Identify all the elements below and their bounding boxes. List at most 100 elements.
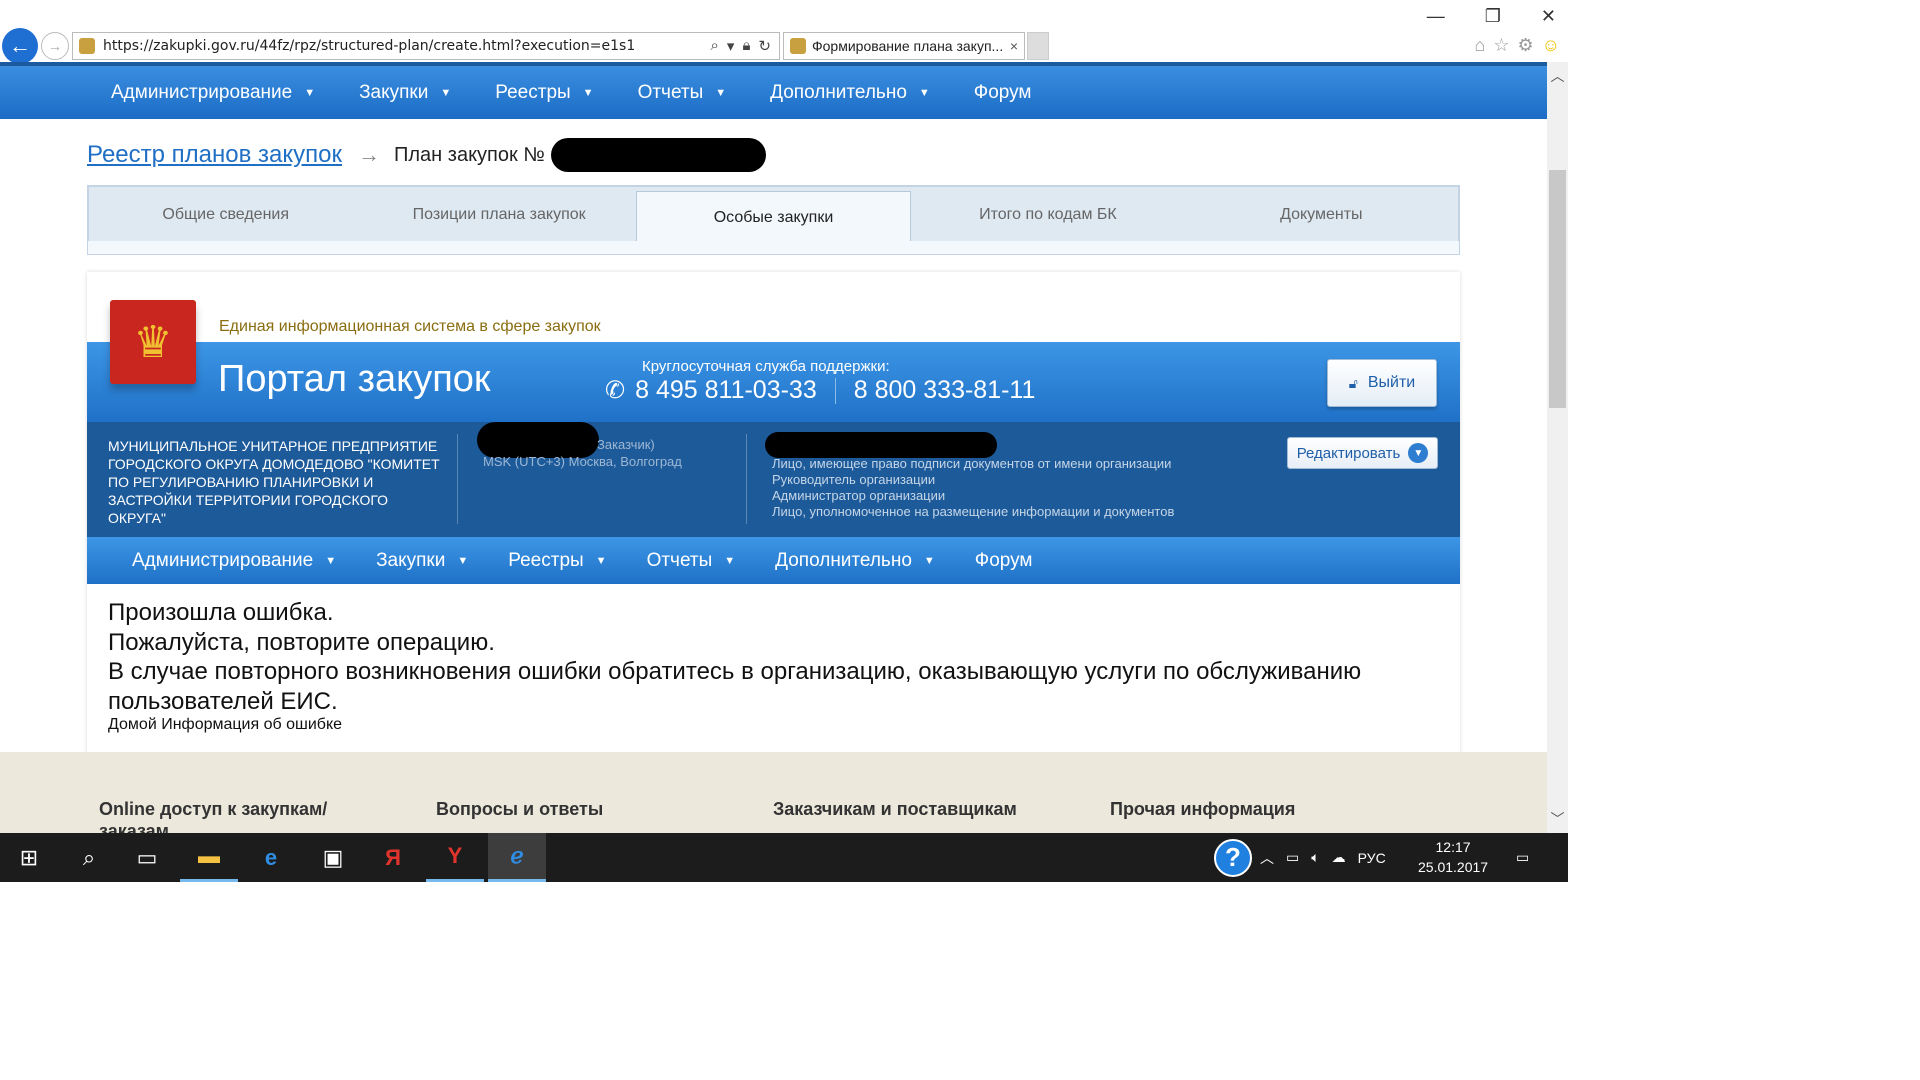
minimize-button[interactable]: — [1427, 6, 1445, 27]
organization-timezone: MSK (UTC+3) Москва, Волгоград [483, 454, 682, 469]
browser-tab[interactable]: Формирование плана закуп... × [783, 32, 1025, 60]
topnav-item-admin[interactable]: Администрирование ▼ [111, 82, 315, 104]
caret-down-icon: ▼ [923, 554, 935, 567]
clock-time: 12:17 [1435, 839, 1471, 855]
portalnav-item-purchases[interactable]: Закупки ▼ [376, 550, 468, 572]
footer-column-title[interactable]: Заказчикам и поставщикам [773, 798, 1023, 820]
topnav-item-purchases[interactable]: Закупки ▼ [359, 82, 451, 104]
organization-bar: МУНИЦИПАЛЬНОЕ УНИТАРНОЕ ПРЕДПРИЯТИЕ ГОРО… [87, 422, 1460, 537]
restore-button[interactable]: ❐ [1485, 6, 1501, 27]
phone-number-moscow: 8 495 811-03-33 [635, 376, 817, 404]
error-line: В случае повторного возникновения ошибки… [108, 658, 1362, 715]
network-icon[interactable]: ☁ [1332, 849, 1346, 866]
error-line: Произошла ошибка. [108, 599, 334, 626]
topnav-item-forum[interactable]: Форум [974, 82, 1032, 104]
footer-column-title[interactable]: Вопросы и ответы [436, 798, 686, 820]
notifications-icon[interactable]: ▭ [1516, 833, 1529, 882]
edit-button[interactable]: Редактировать ▼ [1287, 437, 1438, 469]
battery-icon[interactable]: ▭ [1286, 849, 1299, 866]
breadcrumb: Реестр планов закупок → План закупок № [87, 138, 766, 172]
vertical-scrollbar[interactable]: ︿ ﹀ [1547, 62, 1568, 833]
error-line: Пожалуйста, повторите операцию. [108, 628, 495, 656]
portal-title[interactable]: Портал закупок [218, 358, 491, 401]
start-windows-icon[interactable]: ⊞ [0, 833, 58, 882]
tab-close-button[interactable]: × [1010, 38, 1018, 54]
clock-date: 25.01.2017 [1418, 859, 1489, 875]
portalnav-item-admin[interactable]: Администрирование ▼ [132, 550, 336, 572]
toolbar-icons: ⌂ ☆ ⚙ ☺ [1474, 35, 1560, 56]
language-indicator[interactable]: РУС [1358, 850, 1386, 866]
volume-icon[interactable]: 🔈︎ [1311, 849, 1319, 866]
error-links[interactable]: Домой Информация об ошибке [108, 716, 342, 734]
phone-icon: ✆ [605, 377, 626, 404]
tray-expand-icon[interactable]: ︿ [1260, 848, 1274, 868]
user-role: Администратор организации [772, 488, 946, 503]
support-label: Круглосуточная служба поддержки: [642, 358, 890, 375]
favorites-star-icon[interactable]: ☆ [1493, 35, 1509, 56]
caret-down-icon: ▼ [595, 554, 607, 567]
redaction-mark [550, 138, 766, 172]
task-view-icon[interactable]: ▭ [118, 833, 176, 882]
system-tray: ︿ ▭ 🔈︎ ☁ РУС [1260, 833, 1386, 882]
scroll-up-icon[interactable]: ︿ [1547, 66, 1568, 86]
tab-plan-positions[interactable]: Позиции плана закупок [362, 187, 635, 243]
breadcrumb-link-plans-registry[interactable]: Реестр планов закупок [87, 141, 342, 169]
url-text[interactable]: https://zakupki.gov.ru/44fz/rpz/structur… [103, 38, 711, 54]
tab-favicon-icon [790, 38, 806, 54]
portalnav-item-forum[interactable]: Форум [975, 550, 1033, 572]
clock[interactable]: 12:17 25.01.2017 [1418, 837, 1488, 877]
site-favicon-icon [79, 38, 95, 54]
dropdown-icon[interactable]: ▾ [727, 37, 735, 55]
file-explorer-icon[interactable]: ▬ [180, 833, 238, 882]
internet-explorer-icon[interactable]: ℯ [488, 833, 546, 882]
caret-down-icon: ▼ [918, 86, 930, 99]
settings-gear-icon[interactable]: ⚙ [1517, 35, 1533, 56]
yandex-icon[interactable]: Я [364, 833, 422, 882]
scroll-down-icon[interactable]: ﹀ [1547, 809, 1568, 829]
page-footer: Online доступ к закупкам/заказам Вопросы… [0, 752, 1547, 833]
portalnav-item-additional[interactable]: Дополнительно ▼ [775, 550, 935, 572]
lock-icon[interactable]: 🔒︎ [742, 37, 750, 55]
footer-column-title[interactable]: Прочая информация [1110, 798, 1360, 820]
address-bar[interactable]: https://zakupki.gov.ru/44fz/rpz/structur… [72, 32, 780, 60]
scroll-thumb[interactable] [1549, 170, 1566, 408]
caret-down-icon: ▼ [582, 86, 594, 99]
close-window-button[interactable]: ✕ [1541, 6, 1556, 27]
topnav-item-additional[interactable]: Дополнительно ▼ [770, 82, 930, 104]
forward-button[interactable]: → [41, 32, 69, 60]
support-phones: ✆ 8 495 811-03-33 8 800 333-81-11 [605, 376, 1035, 405]
footer-column-title[interactable]: Online доступ к закупкам/заказам [99, 798, 349, 833]
topnav-item-registries[interactable]: Реестры ▼ [495, 82, 593, 104]
caret-down-icon: ▼ [724, 554, 736, 567]
store-icon[interactable]: ▣ [304, 833, 362, 882]
search-icon[interactable]: ⌕ [60, 833, 118, 882]
tab-general-info[interactable]: Общие сведения [89, 187, 362, 243]
feedback-smiley-icon[interactable]: ☺ [1542, 35, 1560, 56]
yandex-browser-icon[interactable]: Y [426, 833, 484, 882]
tab-totals-by-bk-codes[interactable]: Итого по кодам БК [911, 187, 1184, 243]
portal-nav: Администрирование ▼ Закупки ▼ Реестры ▼ Отч… [87, 537, 1460, 584]
tab-documents[interactable]: Документы [1185, 187, 1458, 243]
edge-browser-icon[interactable]: e [242, 833, 300, 882]
back-arrow-icon: ← [9, 33, 31, 58]
help-icon[interactable]: ? [1214, 833, 1252, 882]
caret-down-icon: ▼ [715, 86, 727, 99]
user-role: Лицо, уполномоченное на размещение инфор… [772, 504, 1175, 519]
top-nav: Администрирование ▼ Закупки ▼ Реестры ▼ Отч… [0, 62, 1547, 119]
refresh-icon[interactable]: ↻ [758, 37, 771, 55]
search-icon[interactable]: ⌕ [711, 37, 719, 55]
back-button[interactable]: ← [2, 28, 38, 64]
logout-button[interactable]: 🔓︎ Выйти [1327, 359, 1437, 407]
redaction-mark [765, 432, 997, 458]
user-roles-list: Лицо, имеющее право подписи документов о… [772, 456, 1174, 520]
home-icon[interactable]: ⌂ [1474, 35, 1485, 56]
tab-special-purchases[interactable]: Особые закупки [635, 191, 912, 243]
tab-title: Формирование плана закуп... [812, 38, 1004, 54]
new-tab-button[interactable] [1027, 32, 1049, 60]
tab-content-strip [87, 241, 1460, 255]
window-controls: — ❐ ✕ [1427, 6, 1556, 27]
windows-taskbar: ⊞ ⌕ ▭ ▬ e ▣ Я Y ℯ ? ︿ ▭ 🔈︎ ☁ РУС 12:17 2… [0, 833, 1568, 882]
topnav-item-reports[interactable]: Отчеты ▼ [638, 82, 727, 104]
portalnav-item-registries[interactable]: Реестры ▼ [508, 550, 606, 572]
portalnav-item-reports[interactable]: Отчеты ▼ [647, 550, 736, 572]
